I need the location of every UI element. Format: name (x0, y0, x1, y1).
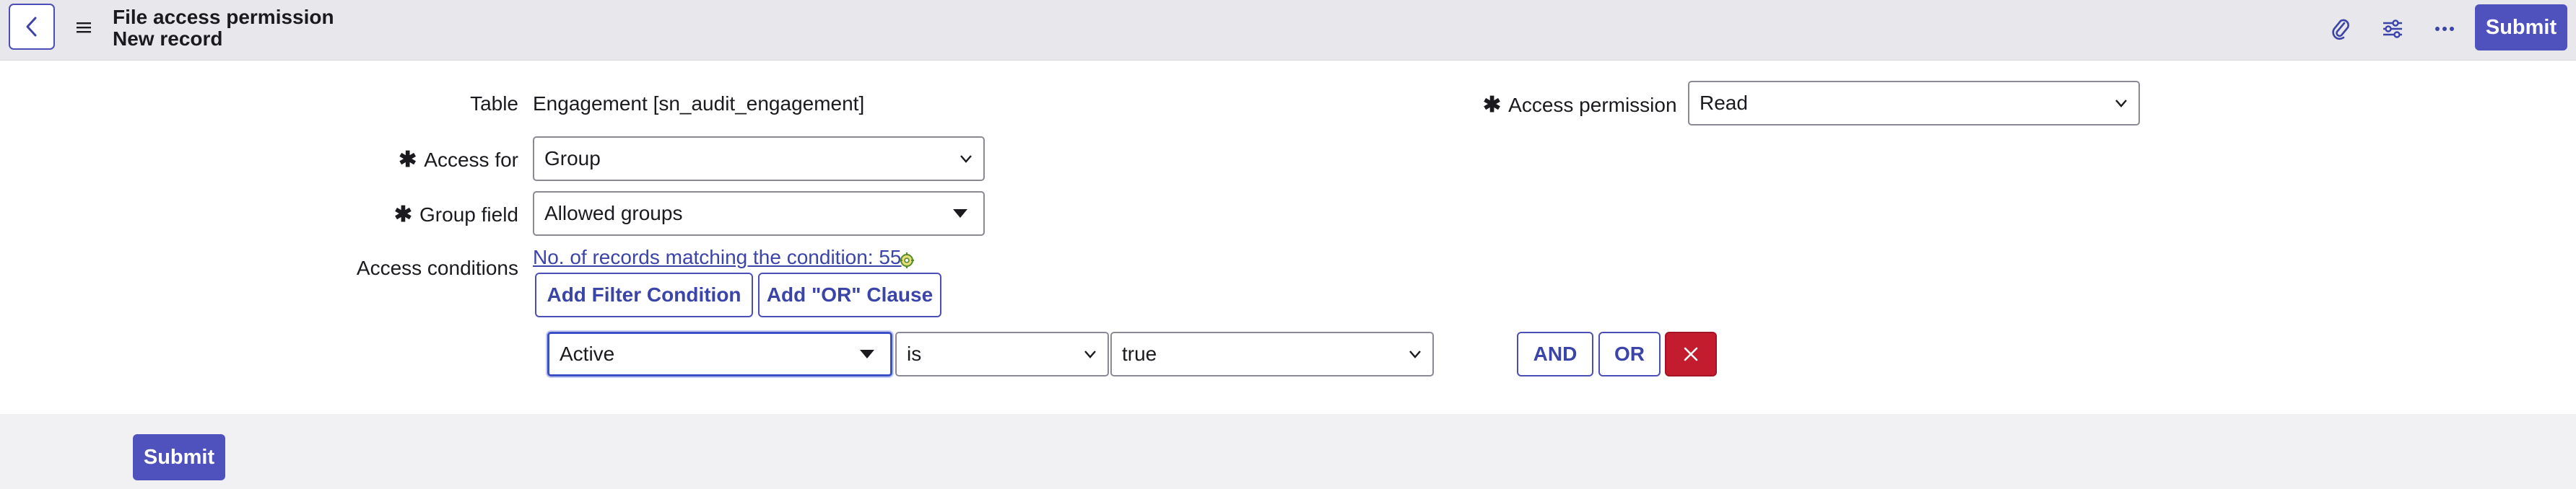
table-value: Engagement [sn_audit_engagement] (533, 92, 865, 115)
delete-condition-button[interactable] (1665, 332, 1717, 376)
access-permission-label-wrap: ✱ Access permission (1483, 92, 1677, 118)
access-permission-label: Access permission (1508, 94, 1677, 116)
chevron-down-icon (2115, 100, 2127, 107)
access-for-value: Group (544, 147, 601, 169)
or-button[interactable]: OR (1598, 332, 1661, 376)
settings-sliders-icon[interactable] (2378, 14, 2407, 43)
hamburger-menu-icon[interactable] (72, 16, 95, 39)
required-asterisk-icon: ✱ (393, 203, 413, 226)
access-for-label-wrap: ✱ Access for (399, 147, 518, 172)
access-conditions-label: Access conditions (356, 257, 518, 279)
add-or-clause-button[interactable]: Add "OR" Clause (758, 273, 941, 317)
attachment-icon[interactable] (2326, 14, 2355, 43)
group-field-label: Group field (419, 203, 518, 226)
access-for-select[interactable]: Group (533, 136, 985, 181)
condition-field-value: Active (560, 343, 615, 365)
footer-submit-button[interactable]: Submit (133, 434, 225, 480)
page-subtitle: New record (113, 27, 223, 50)
form-header: File access permission New record Submit (0, 0, 2576, 61)
refresh-gear-icon[interactable] (897, 250, 916, 270)
group-field-label-wrap: ✱ Group field (394, 202, 518, 227)
chevron-down-icon (1084, 351, 1096, 358)
header-submit-button[interactable]: Submit (2475, 4, 2567, 50)
access-permission-value: Read (1700, 92, 1748, 114)
group-field-value: Allowed groups (544, 202, 683, 224)
condition-value-select[interactable]: true (1110, 332, 1434, 376)
chevron-left-icon (26, 17, 37, 37)
access-permission-select[interactable]: Read (1688, 81, 2140, 125)
table-label: Table (470, 92, 518, 115)
required-asterisk-icon: ✱ (399, 148, 417, 172)
form-body: Table Engagement [sn_audit_engagement] ✱… (0, 61, 2576, 414)
group-field-select[interactable]: Allowed groups (533, 191, 985, 236)
page-title: File access permission (113, 6, 334, 28)
caret-down-icon (953, 209, 967, 218)
close-icon (1684, 347, 1698, 361)
access-for-label: Access for (424, 149, 518, 171)
more-options-icon[interactable] (2430, 14, 2459, 43)
and-button[interactable]: AND (1517, 332, 1593, 376)
back-button[interactable] (9, 4, 55, 50)
records-count-text: No. of records matching the condition: 5… (533, 246, 902, 268)
required-asterisk-icon: ✱ (1483, 93, 1502, 117)
add-filter-condition-button[interactable]: Add Filter Condition (535, 273, 753, 317)
condition-value-value: true (1122, 343, 1157, 365)
condition-operator-value: is (907, 343, 922, 365)
condition-operator-select[interactable]: is (895, 332, 1109, 376)
records-count-link[interactable]: No. of records matching the condition: 5… (533, 246, 902, 269)
form-title: File access permission New record (113, 6, 334, 50)
caret-down-icon (860, 350, 874, 358)
chevron-down-icon (1409, 351, 1421, 358)
chevron-down-icon (960, 155, 972, 163)
condition-field-select[interactable]: Active (547, 332, 892, 376)
